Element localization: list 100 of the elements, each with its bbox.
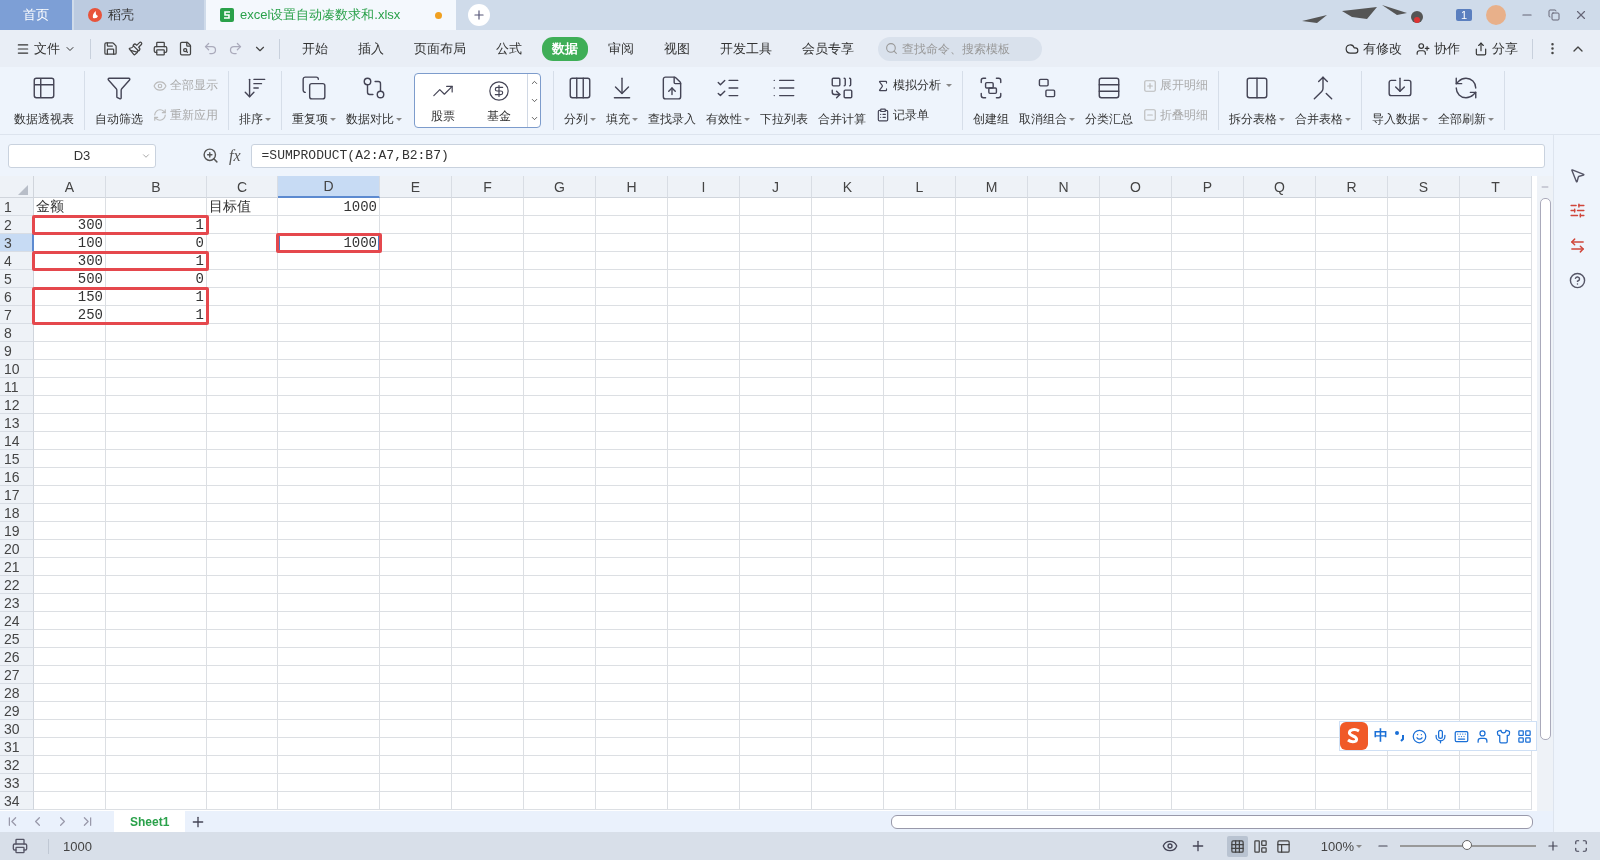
row-header[interactable]: 24 (0, 612, 34, 630)
toolbar-button[interactable]: 协作 (1410, 39, 1466, 58)
row-header[interactable]: 23 (0, 594, 34, 612)
ribbon-button[interactable]: 排序 (235, 71, 275, 130)
fullscreen-icon[interactable] (1574, 839, 1588, 853)
ribbon-button[interactable]: 创建组 (969, 71, 1013, 130)
zoom-level[interactable]: 100% (1314, 837, 1368, 855)
column-header[interactable]: D (278, 176, 380, 198)
row-header[interactable]: 30 (0, 720, 34, 738)
swap-icon[interactable] (1568, 237, 1586, 254)
ime-logo-icon[interactable] (1340, 722, 1368, 750)
grid-menu-icon[interactable] (1517, 728, 1532, 744)
shirt-icon[interactable] (1496, 728, 1511, 744)
row-header[interactable]: 22 (0, 576, 34, 594)
column-header[interactable]: H (596, 176, 668, 198)
row-header[interactable]: 1 (0, 198, 34, 216)
ribbon-button[interactable]: 查找录入 (644, 71, 700, 130)
ribbon-button[interactable]: 分列 (560, 71, 600, 130)
notification-badge[interactable]: 1 (1455, 9, 1472, 21)
sliders-icon[interactable] (1568, 202, 1586, 219)
column-header[interactable]: P (1172, 176, 1244, 198)
column-header[interactable]: G (524, 176, 596, 198)
ribbon-tab[interactable]: 开发工具 (710, 36, 782, 61)
row-header[interactable]: 25 (0, 630, 34, 648)
ribbon-button[interactable]: 自动筛选 (91, 71, 147, 130)
ribbon-button[interactable]: 全部刷新 (1434, 71, 1498, 130)
column-header[interactable]: O (1100, 176, 1172, 198)
row-header[interactable]: 15 (0, 450, 34, 468)
row-header[interactable]: 21 (0, 558, 34, 576)
row-header[interactable]: 9 (0, 342, 34, 360)
punctuation-icon[interactable] (1394, 729, 1406, 743)
select-all-corner[interactable] (0, 176, 34, 198)
column-header[interactable]: L (884, 176, 956, 198)
vertical-scrollbar[interactable] (1539, 198, 1551, 740)
column-header[interactable]: E (380, 176, 452, 198)
ribbon-button[interactable]: 记录单 (872, 104, 956, 126)
column-header[interactable]: C (207, 176, 278, 198)
gallery-item[interactable]: 股票 (415, 74, 471, 127)
column-header[interactable]: S (1388, 176, 1460, 198)
keyboard-icon[interactable] (1454, 728, 1469, 744)
ribbon-tab[interactable]: 插入 (348, 36, 394, 61)
avatar[interactable] (1486, 5, 1506, 25)
ribbon-tab[interactable]: 视图 (654, 36, 700, 61)
ribbon-tab[interactable]: 页面布局 (404, 36, 476, 61)
ribbon-button[interactable]: 填充 (602, 71, 642, 130)
ribbon-button[interactable]: 下拉列表 (756, 71, 812, 130)
ribbon-button[interactable]: 有效性 (702, 71, 754, 130)
row-header[interactable]: 14 (0, 432, 34, 450)
row-header[interactable]: 17 (0, 486, 34, 504)
toolbar-button[interactable]: 有修改 (1339, 39, 1408, 58)
help-icon[interactable] (1568, 272, 1586, 289)
row-header[interactable]: 4 (0, 252, 34, 270)
row-header[interactable]: 34 (0, 792, 34, 810)
row-header[interactable]: 29 (0, 702, 34, 720)
column-header[interactable]: T (1460, 176, 1532, 198)
column-header[interactable]: N (1028, 176, 1100, 198)
row-header[interactable]: 10 (0, 360, 34, 378)
column-header[interactable]: B (106, 176, 207, 198)
ime-mode-button[interactable]: 中 (1374, 727, 1388, 745)
eye-icon[interactable] (1161, 838, 1178, 854)
ribbon-button[interactable]: 拆分表格 (1225, 71, 1289, 130)
restore-icon[interactable] (1548, 9, 1560, 21)
file-menu[interactable]: 文件 (10, 39, 82, 58)
name-box[interactable]: D3 (8, 143, 156, 168)
row-header[interactable]: 31 (0, 738, 34, 756)
gallery-item[interactable]: 基金 (471, 74, 527, 127)
printer-icon[interactable] (12, 838, 28, 854)
row-header[interactable]: 5 (0, 270, 34, 288)
ribbon-button[interactable]: 数据对比 (342, 71, 406, 130)
column-header[interactable]: F (452, 176, 524, 198)
row-header[interactable]: 19 (0, 522, 34, 540)
column-header[interactable]: A (34, 176, 106, 198)
row-header[interactable]: 16 (0, 468, 34, 486)
row-header[interactable]: 12 (0, 396, 34, 414)
ribbon-button[interactable]: 重复项 (288, 71, 340, 130)
row-header[interactable]: 28 (0, 684, 34, 702)
row-header[interactable]: 18 (0, 504, 34, 522)
ribbon-button[interactable]: 取消组合 (1015, 71, 1079, 130)
function-button[interactable]: fx (229, 146, 241, 165)
column-header[interactable]: Q (1244, 176, 1316, 198)
row-header[interactable]: 3 (0, 234, 34, 252)
ribbon-button[interactable]: 导入数据 (1368, 71, 1432, 130)
row-header[interactable]: 2 (0, 216, 34, 234)
ribbon-tab[interactable]: 审阅 (598, 36, 644, 61)
ribbon-tab[interactable]: 开始 (292, 36, 338, 61)
row-header[interactable]: 7 (0, 306, 34, 324)
column-header[interactable]: R (1316, 176, 1388, 198)
slider-thumb[interactable] (1461, 840, 1472, 850)
ribbon-button[interactable]: 合并表格 (1291, 71, 1355, 130)
column-header[interactable]: K (812, 176, 884, 198)
search-field[interactable]: 查找命令、搜索模板 (878, 36, 1042, 61)
row-header[interactable]: 11 (0, 378, 34, 396)
microphone-icon[interactable] (1433, 728, 1448, 744)
column-header[interactable]: J (740, 176, 812, 198)
formula-field[interactable]: =SUMPRODUCT(A2:A7,B2:B7) (250, 143, 1545, 168)
column-header[interactable]: I (668, 176, 740, 198)
pointer-icon[interactable] (1568, 167, 1586, 184)
zoom-in-icon[interactable] (1546, 839, 1560, 853)
column-header[interactable]: M (956, 176, 1028, 198)
ribbon-button[interactable]: 分类汇总 (1081, 71, 1137, 130)
